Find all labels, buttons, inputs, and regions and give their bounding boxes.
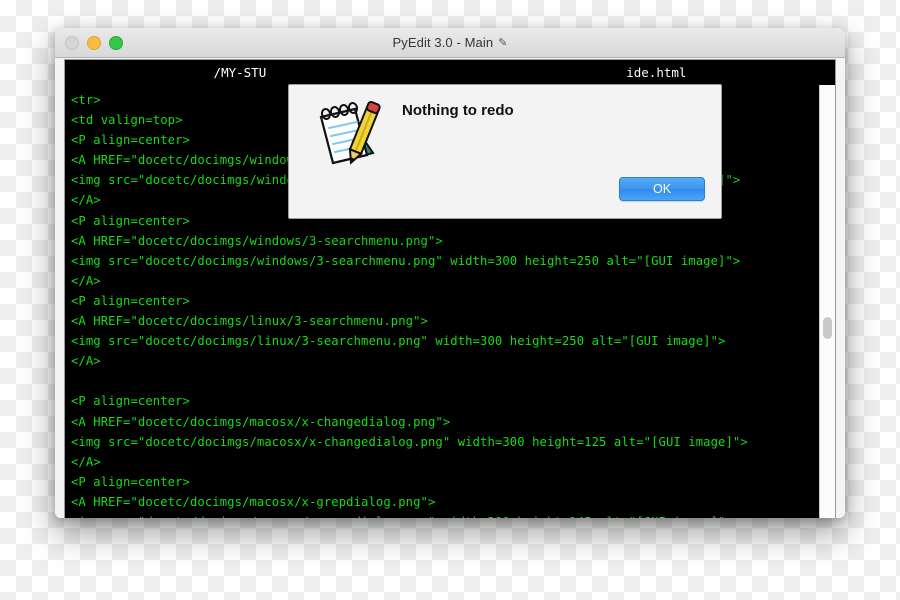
window-title: PyEdit 3.0 - Main ✎ [55,35,845,50]
dialog-ok-button[interactable]: OK [619,177,705,201]
maximize-window-button[interactable] [109,35,123,50]
pencil-icon: ✎ [498,37,508,49]
close-window-button[interactable] [65,35,79,50]
window-traffic-lights [55,35,123,50]
window-title-text: PyEdit 3.0 - Main [392,35,494,50]
file-path-right: ide.html [626,65,687,80]
notepad-pencil-icon [311,99,385,169]
minimize-window-button[interactable] [87,35,101,50]
dialog-message: Nothing to redo [402,102,514,119]
file-path-left: /MY-STU [213,65,267,80]
pyedit-main-window: PyEdit 3.0 - Main ✎ /MY-STU ide.html <tr> … [55,28,845,518]
vertical-scrollbar[interactable] [819,85,835,518]
nothing-to-redo-dialog: Nothing to redo OK [288,84,722,219]
scrollbar-thumb[interactable] [823,317,832,339]
window-titlebar[interactable]: PyEdit 3.0 - Main ✎ [55,28,845,58]
file-path-bar: /MY-STU ide.html [64,59,836,85]
page-root: PyEdit 3.0 - Main ✎ /MY-STU ide.html <tr> … [0,0,900,600]
